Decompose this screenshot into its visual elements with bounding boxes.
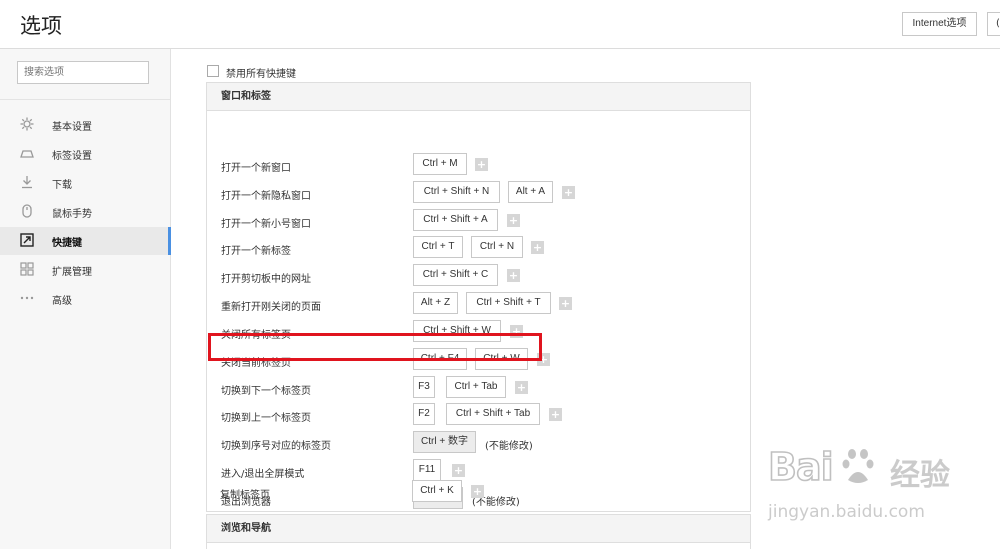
- shortcut-row: 复制标签页 Ctrl + K +: [206, 478, 749, 505]
- watermark-logo: Bai: [767, 440, 888, 500]
- add-shortcut-icon[interactable]: +: [531, 241, 544, 254]
- shortcut-label: 打开剪切板中的网址: [221, 274, 311, 285]
- baidu-watermark: Bai 经验 jingyan.baidu.com: [767, 440, 1000, 540]
- sidebar-item-label: 标签设置: [52, 151, 92, 162]
- sidebar-item-advanced[interactable]: 高级: [0, 285, 170, 313]
- add-shortcut-icon[interactable]: +: [562, 186, 575, 199]
- sidebar: 基本设置 标签设置 下载 鼠标手势 快捷键 扩展管理 高级: [0, 49, 171, 549]
- sidebar-item-label: 基本设置: [52, 122, 92, 133]
- shortcut-icon: [20, 233, 34, 247]
- shortcut-key[interactable]: Ctrl + M: [413, 153, 467, 175]
- shortcut-label: 重新打开刚关闭的页面: [221, 302, 321, 313]
- shortcut-label: 切换到下一个标签页: [221, 386, 311, 397]
- extensions-icon: [20, 262, 34, 276]
- disable-all-label: 禁用所有快捷键: [226, 69, 296, 80]
- shortcut-label: 切换到序号对应的标签页: [221, 441, 331, 452]
- add-shortcut-icon[interactable]: +: [475, 158, 488, 171]
- watermark-cn: 经验: [890, 458, 950, 493]
- shortcut-key[interactable]: Ctrl + T: [413, 236, 463, 258]
- shortcut-key[interactable]: Ctrl + Shift + T: [466, 292, 551, 314]
- tab-icon: [20, 146, 34, 160]
- shortcut-row: 打开一个新窗口 Ctrl + M +: [207, 151, 750, 178]
- shortcut-label: 打开一个新隐私窗口: [221, 191, 311, 202]
- shortcut-row: 切换到下一个标签页 F3 Ctrl + Tab +: [207, 374, 750, 401]
- add-shortcut-icon[interactable]: +: [515, 381, 528, 394]
- shortcut-label: 打开一个新标签: [221, 246, 291, 257]
- sidebar-item-tab-settings[interactable]: 标签设置: [0, 140, 170, 168]
- shortcut-row: 打开一个新标签 Ctrl + T Ctrl + N +: [207, 234, 750, 261]
- section-header: 窗口和标签: [207, 83, 750, 111]
- shortcut-row: 重新打开刚关闭的页面 Alt + Z Ctrl + Shift + T +: [207, 290, 750, 317]
- add-shortcut-icon[interactable]: +: [452, 464, 465, 477]
- window-tabs-section: 窗口和标签 打开一个新窗口 Ctrl + M + 打开一个新隐私窗口 Ctrl …: [206, 82, 751, 512]
- shortcut-label: 打开一个新小号窗口: [221, 219, 311, 230]
- add-shortcut-icon[interactable]: +: [471, 485, 484, 498]
- page-title: 选项: [20, 14, 62, 38]
- add-shortcut-icon[interactable]: +: [507, 214, 520, 227]
- highlight-annotation: [208, 333, 542, 361]
- shortcut-row: 切换到序号对应的标签页 Ctrl + 数字 (不能修改): [207, 429, 750, 456]
- add-shortcut-icon[interactable]: +: [507, 269, 520, 282]
- disable-all-checkbox[interactable]: [207, 65, 219, 77]
- section-header: 浏览和导航: [207, 515, 750, 543]
- shortcut-row: 打开一个新隐私窗口 Ctrl + Shift + N Alt + A +: [207, 179, 750, 206]
- shortcut-key-fixed: Ctrl + 数字: [413, 431, 476, 453]
- shortcut-key[interactable]: Alt + A: [508, 181, 553, 203]
- sidebar-item-basic-settings[interactable]: 基本设置: [0, 111, 170, 139]
- add-shortcut-icon[interactable]: +: [559, 297, 572, 310]
- sidebar-divider: [0, 99, 170, 100]
- shortcut-key[interactable]: Alt + Z: [413, 292, 458, 314]
- shortcut-key[interactable]: Ctrl + Shift + N: [413, 181, 500, 203]
- gear-icon: [20, 117, 34, 131]
- shortcut-key[interactable]: Ctrl + Shift + C: [413, 264, 498, 286]
- mouse-icon: [20, 204, 34, 218]
- header: 选项 Internet选项 (: [0, 0, 1000, 49]
- shortcut-key[interactable]: Ctrl + Shift + A: [413, 209, 498, 231]
- shortcut-key[interactable]: F2: [413, 403, 435, 425]
- shortcut-key[interactable]: Ctrl + N: [471, 236, 523, 258]
- shortcut-label: 切换到上一个标签页: [221, 413, 311, 424]
- shortcut-label: 复制标签页: [220, 490, 270, 501]
- add-shortcut-icon[interactable]: +: [549, 408, 562, 421]
- sidebar-item-label: 快捷键: [52, 238, 82, 249]
- shortcut-row: 切换到上一个标签页 F2 Ctrl + Shift + Tab +: [207, 401, 750, 428]
- search-input[interactable]: [17, 61, 149, 84]
- more-icon: [20, 291, 34, 305]
- extra-header-button[interactable]: (: [987, 12, 1000, 36]
- browse-nav-section: 浏览和导航: [206, 514, 751, 549]
- shortcut-key[interactable]: Ctrl + K: [412, 480, 462, 502]
- shortcut-row: 打开一个新小号窗口 Ctrl + Shift + A +: [207, 207, 750, 234]
- sidebar-item-label: 下载: [52, 180, 72, 191]
- sidebar-item-label: 扩展管理: [52, 267, 92, 278]
- internet-options-button[interactable]: Internet选项: [902, 12, 977, 36]
- not-editable-note: (不能修改): [485, 441, 533, 452]
- download-icon: [20, 175, 34, 189]
- svg-text:Bai: Bai: [768, 445, 833, 489]
- sidebar-item-label: 高级: [52, 296, 72, 307]
- shortcut-key[interactable]: Ctrl + Tab: [446, 376, 506, 398]
- sidebar-item-shortcuts[interactable]: 快捷键: [0, 227, 171, 255]
- sidebar-item-label: 鼠标手势: [52, 209, 92, 220]
- shortcut-key[interactable]: F3: [413, 376, 435, 398]
- sidebar-item-extensions[interactable]: 扩展管理: [0, 256, 170, 284]
- watermark-url: jingyan.baidu.com: [768, 502, 925, 522]
- shortcut-row: 打开剪切板中的网址 Ctrl + Shift + C +: [207, 262, 750, 289]
- sidebar-item-mouse-gesture[interactable]: 鼠标手势: [0, 198, 170, 226]
- shortcut-label: 打开一个新窗口: [221, 163, 291, 174]
- sidebar-item-download[interactable]: 下载: [0, 169, 170, 197]
- shortcut-key[interactable]: Ctrl + Shift + Tab: [446, 403, 540, 425]
